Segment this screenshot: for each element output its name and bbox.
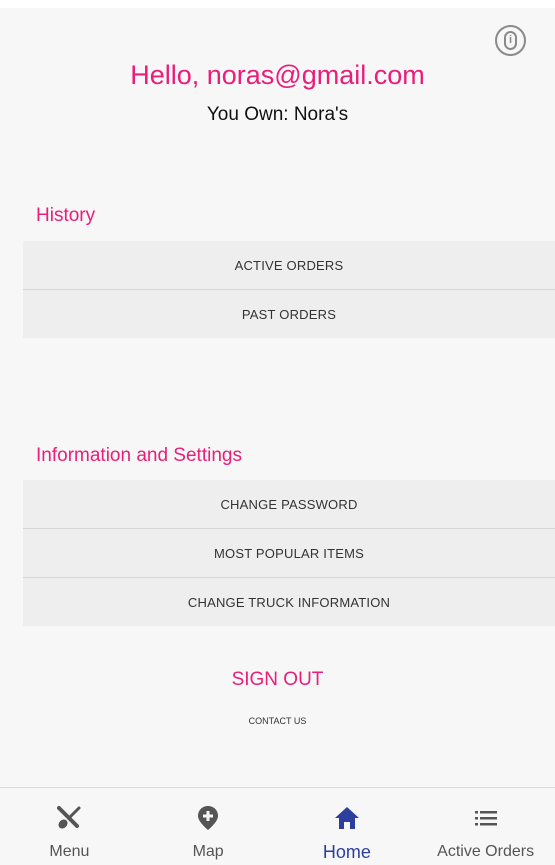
history-buttons: ACTIVE ORDERS PAST ORDERS xyxy=(23,241,555,338)
nav-home[interactable]: Home xyxy=(278,788,417,865)
contact-us-link[interactable]: CONTACT US xyxy=(0,714,555,728)
map-pin-icon xyxy=(194,804,222,832)
settings-buttons: CHANGE PASSWORD MOST POPULAR ITEMS CHANG… xyxy=(23,480,555,626)
info-button[interactable]: i xyxy=(495,25,526,56)
info-icon: i xyxy=(504,31,517,50)
nav-menu-label: Menu xyxy=(49,843,90,860)
nav-map[interactable]: Map xyxy=(139,788,278,865)
nav-map-label: Map xyxy=(192,843,224,860)
change-password-button[interactable]: CHANGE PASSWORD xyxy=(23,480,555,528)
nav-home-label: Home xyxy=(322,842,371,862)
nav-menu[interactable]: Menu xyxy=(0,788,139,865)
history-heading: History xyxy=(36,205,96,226)
active-orders-button[interactable]: ACTIVE ORDERS xyxy=(23,241,555,289)
greeting-title: Hello, noras@gmail.com xyxy=(130,60,425,90)
change-truck-information-button[interactable]: CHANGE TRUCK INFORMATION xyxy=(23,577,555,626)
home-screen: i Hello, noras@gmail.com You Own: Nora's… xyxy=(0,0,555,865)
bottom-navigation: Menu Map Home Active Orders xyxy=(0,787,555,865)
home-icon xyxy=(333,804,361,832)
most-popular-items-button[interactable]: MOST POPULAR ITEMS xyxy=(23,528,555,577)
list-icon xyxy=(472,804,500,832)
owner-text: You Own: Nora's xyxy=(206,104,349,125)
nav-active-orders[interactable]: Active Orders xyxy=(416,788,555,865)
past-orders-button[interactable]: PAST ORDERS xyxy=(23,289,555,338)
utensils-icon xyxy=(55,804,83,832)
settings-heading: Information and Settings xyxy=(36,445,242,466)
sign-out-button[interactable]: SIGN OUT xyxy=(0,667,555,693)
status-strip xyxy=(0,0,555,8)
nav-active-orders-label: Active Orders xyxy=(437,843,535,860)
